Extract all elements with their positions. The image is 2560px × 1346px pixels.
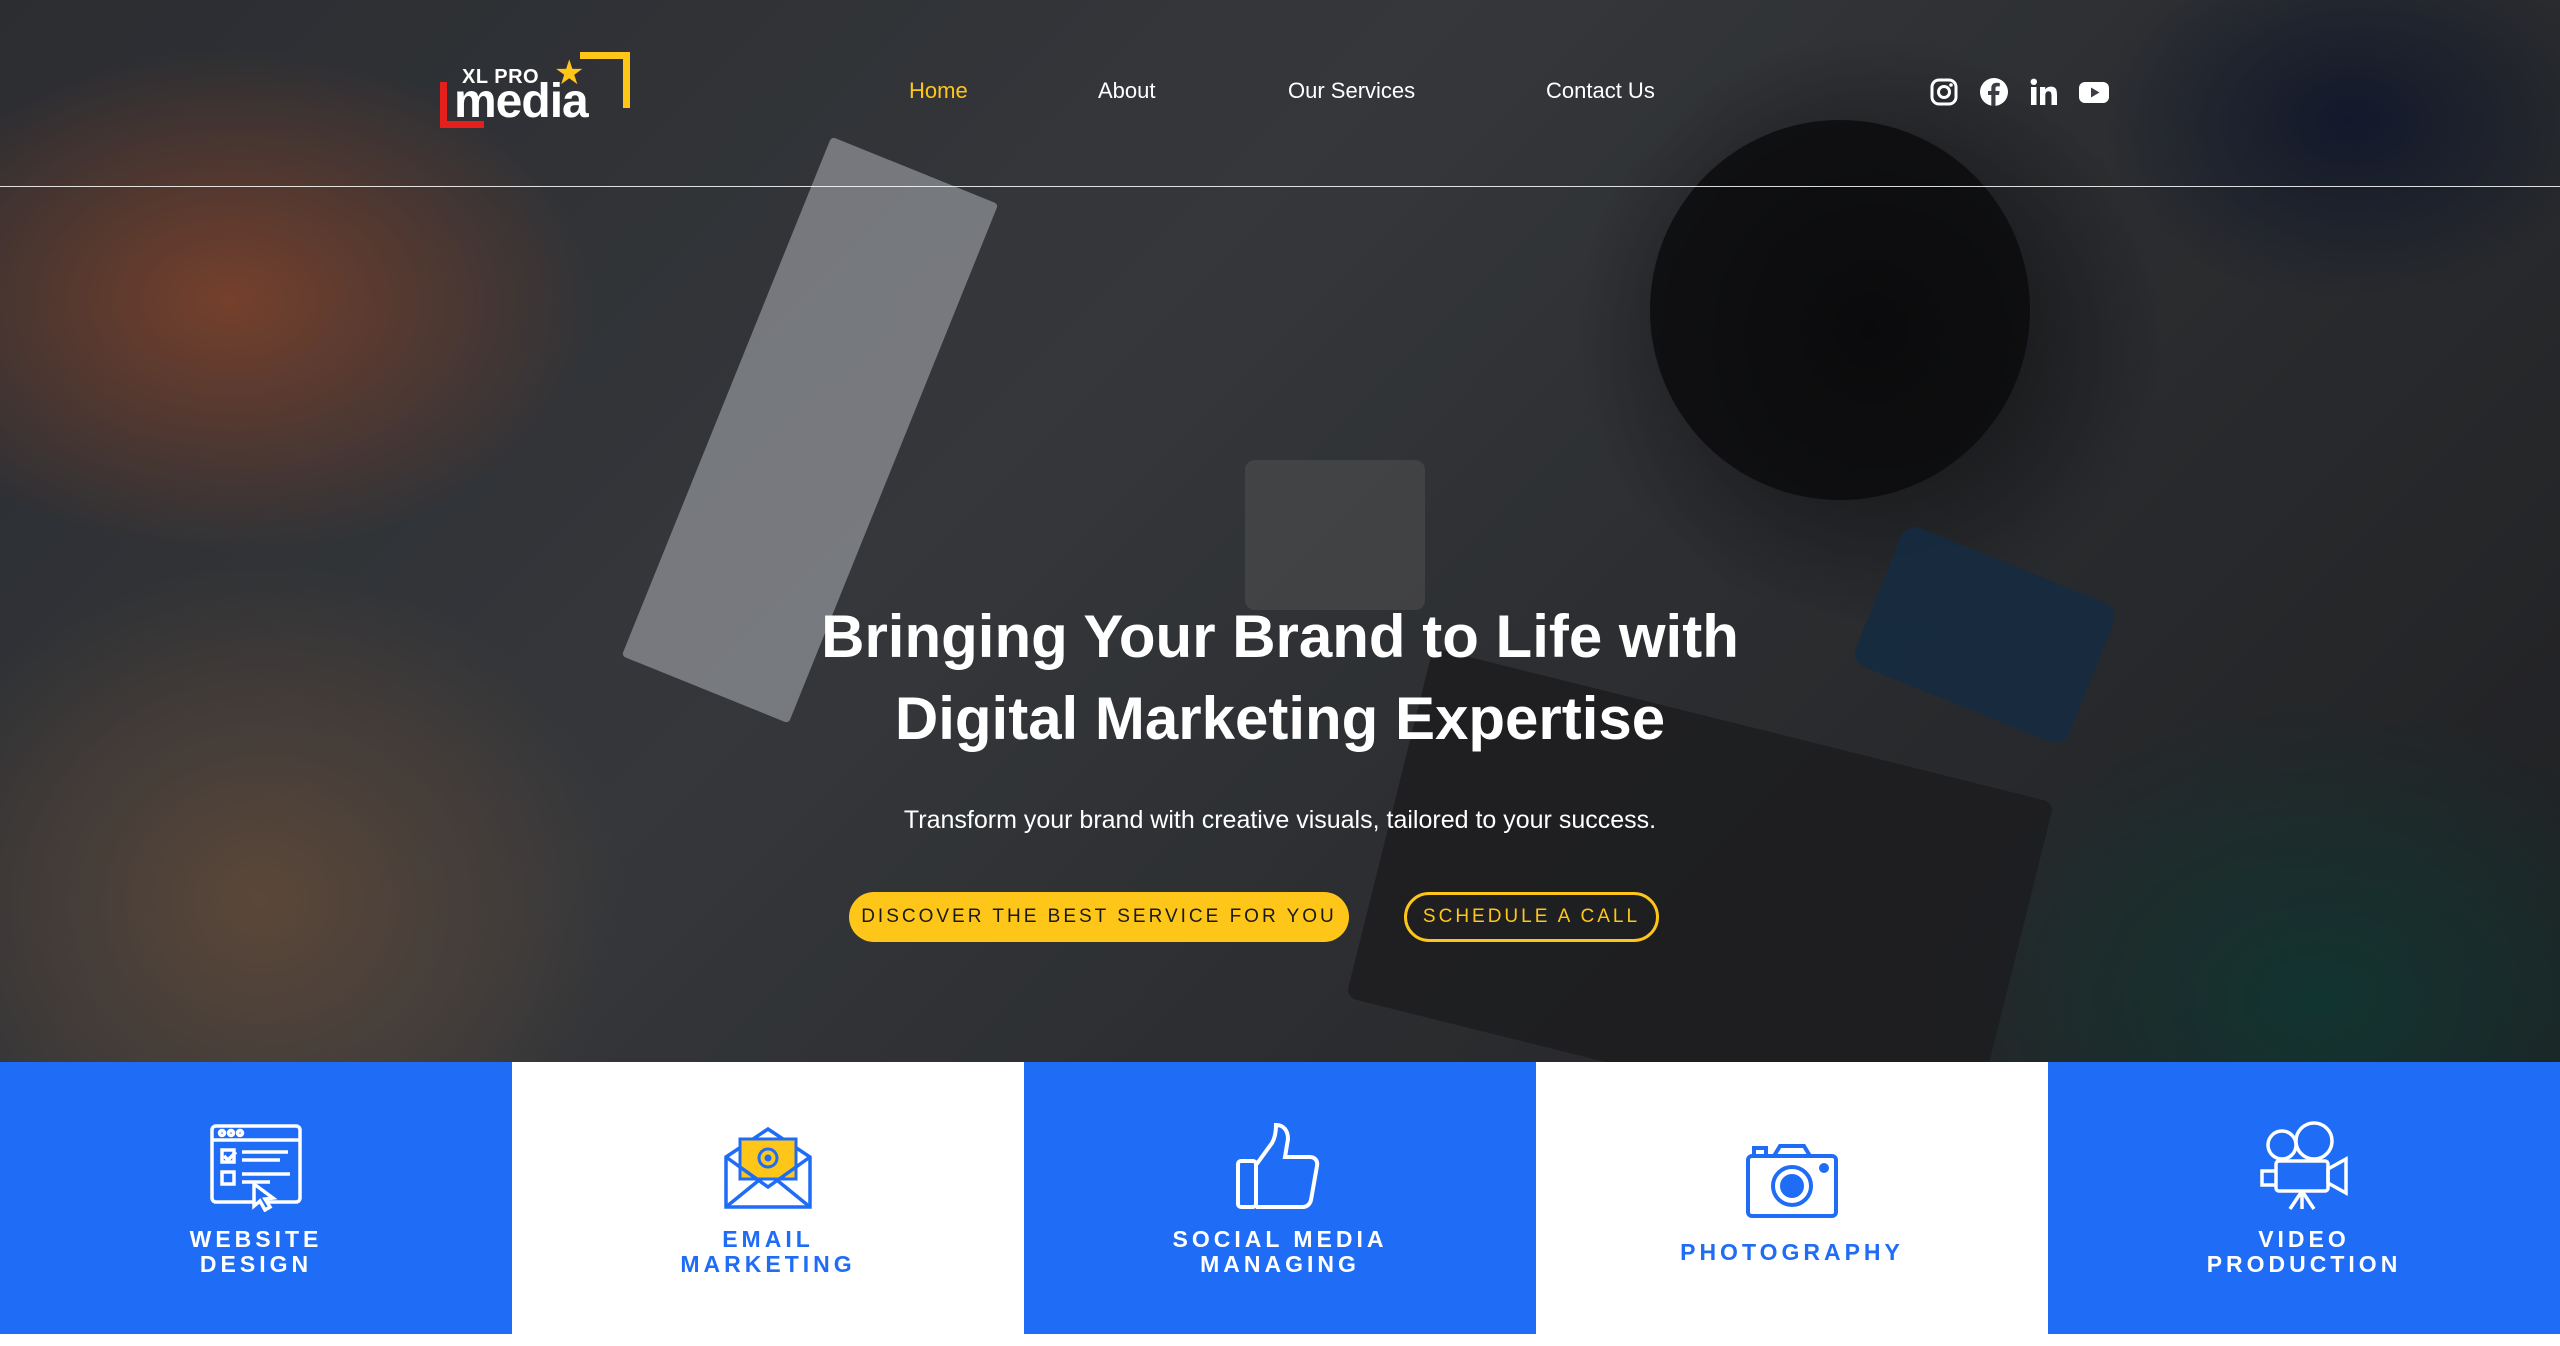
service-label-line-1: EMAIL <box>722 1226 814 1252</box>
service-label-line-2: PRODUCTION <box>2206 1251 2402 1277</box>
service-tile-social-media-managing[interactable]: SOCIAL MEDIA MANAGING <box>1024 1062 1536 1334</box>
thumbs-up-icon <box>1232 1119 1328 1215</box>
service-tile-photography[interactable]: PHOTOGRAPHY <box>1536 1062 2048 1334</box>
service-tile-website-design[interactable]: WEBSITE DESIGN <box>0 1062 512 1334</box>
linkedin-icon[interactable] <box>2028 76 2060 108</box>
service-label: VIDEO PRODUCTION <box>2154 1227 2454 1277</box>
service-label-line-2: DESIGN <box>199 1251 313 1277</box>
nav-item-home[interactable]: Home <box>909 78 968 104</box>
website-design-icon <box>208 1119 304 1215</box>
service-label: PHOTOGRAPHY <box>1642 1238 1942 1265</box>
main-nav: Home About Our Services Contact Us <box>0 78 2560 108</box>
service-label: SOCIAL MEDIA MANAGING <box>1130 1227 1430 1277</box>
facebook-icon[interactable] <box>1978 76 2010 108</box>
service-label-line-1: VIDEO <box>2258 1226 2350 1252</box>
youtube-icon[interactable] <box>2078 76 2110 108</box>
service-tile-video-production[interactable]: VIDEO PRODUCTION <box>2048 1062 2560 1334</box>
hero-subtitle: Transform your brand with creative visua… <box>903 806 1657 834</box>
service-label: WEBSITE DESIGN <box>106 1227 406 1277</box>
service-label-line-2: MANAGING <box>1200 1251 1360 1277</box>
discover-service-button[interactable]: DISCOVER THE BEST SERVICE FOR YOU <box>849 892 1349 942</box>
schedule-call-button[interactable]: SCHEDULE A CALL <box>1404 892 1659 942</box>
email-icon <box>720 1119 816 1215</box>
instagram-icon[interactable] <box>1928 76 1960 108</box>
video-camera-icon <box>2256 1119 2352 1215</box>
camera-icon <box>1744 1132 1840 1228</box>
service-label: EMAIL MARKETING <box>618 1227 918 1277</box>
service-label-line-2: MARKETING <box>680 1251 856 1277</box>
nav-item-contact-us[interactable]: Contact Us <box>1546 78 1655 104</box>
services-strip: WEBSITE DESIGN EMAIL MARKETING SOCIAL ME… <box>0 1062 2560 1334</box>
site-header: ★ XL PRO media Home About Our Services C… <box>0 0 2560 187</box>
service-label-line-1: WEBSITE <box>189 1226 323 1252</box>
nav-item-about[interactable]: About <box>1098 78 1156 104</box>
social-links <box>1928 76 2110 110</box>
hero-section: ★ XL PRO media Home About Our Services C… <box>0 0 2560 1062</box>
nav-item-our-services[interactable]: Our Services <box>1288 78 1415 104</box>
hero-title-line-1: Bringing Your Brand to Life with <box>821 603 1739 670</box>
hero-title: Bringing Your Brand to Life with Digital… <box>0 596 2560 760</box>
hero-title-line-2: Digital Marketing Expertise <box>894 685 1666 752</box>
service-label-line-1: PHOTOGRAPHY <box>1680 1238 1904 1265</box>
service-tile-email-marketing[interactable]: EMAIL MARKETING <box>512 1062 1024 1334</box>
page-bottom-edge <box>0 1334 2560 1346</box>
service-label-line-1: SOCIAL MEDIA <box>1172 1226 1388 1252</box>
